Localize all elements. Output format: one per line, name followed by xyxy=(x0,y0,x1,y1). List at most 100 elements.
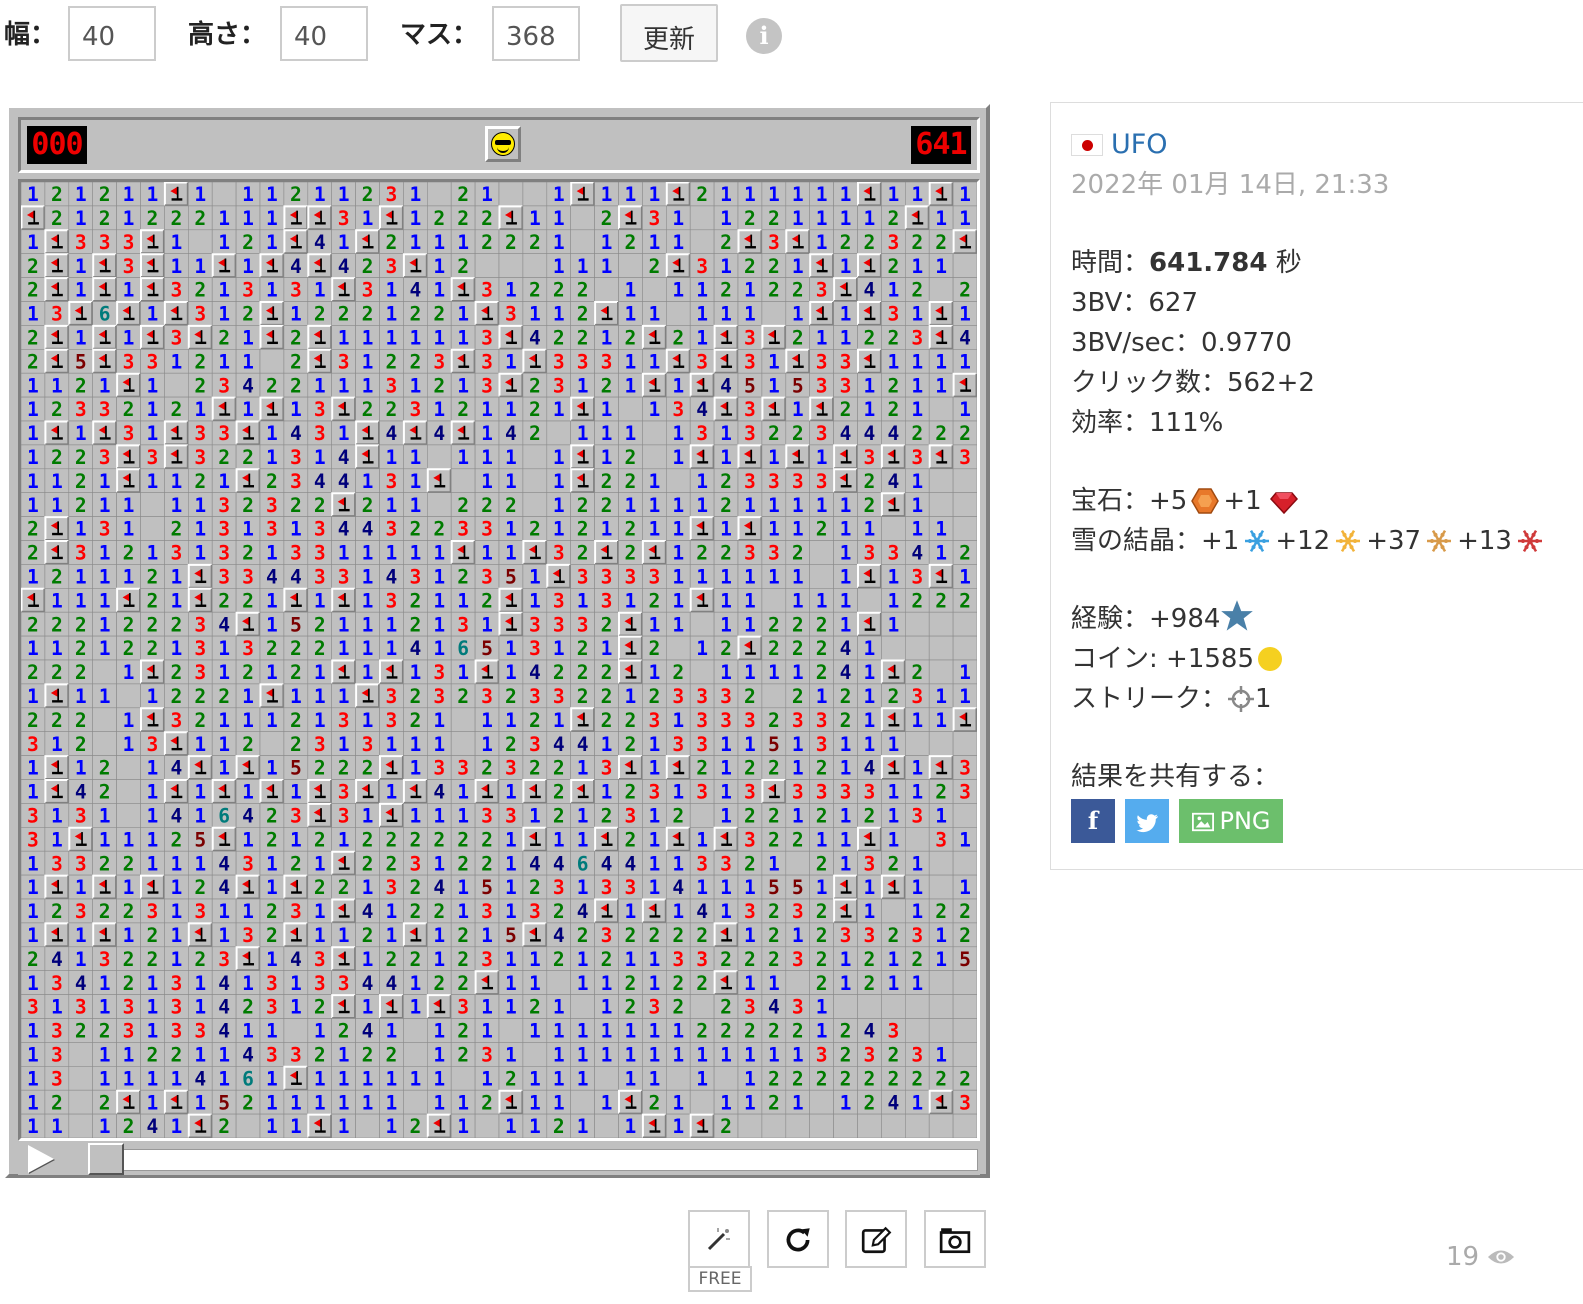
cell[interactable]: 2 xyxy=(259,898,285,924)
cell[interactable]: 2 xyxy=(761,253,787,278)
cell[interactable]: 1 xyxy=(952,874,978,900)
cell[interactable]: 1 xyxy=(474,1065,500,1091)
cell[interactable]: 1 xyxy=(211,205,237,231)
cell[interactable]: 1 xyxy=(642,492,667,517)
cell[interactable]: 1 xyxy=(904,898,930,924)
cell[interactable]: 1 xyxy=(450,659,476,685)
cell[interactable]: 1 xyxy=(618,946,643,971)
cell[interactable]: 2 xyxy=(355,181,380,207)
flagged-cell[interactable] xyxy=(665,181,691,207)
cell[interactable]: 1 xyxy=(546,205,571,231)
cell[interactable]: 1 xyxy=(331,611,356,637)
cell[interactable]: 1 xyxy=(235,325,261,350)
cell[interactable] xyxy=(140,516,165,541)
cell[interactable]: 3 xyxy=(546,587,571,613)
cell[interactable]: 1 xyxy=(307,372,332,398)
cell[interactable]: 1 xyxy=(211,1042,237,1067)
cell[interactable]: 2 xyxy=(570,635,595,661)
cell[interactable] xyxy=(594,277,619,302)
cell[interactable]: 3 xyxy=(403,396,428,422)
cell[interactable]: 1 xyxy=(761,372,787,398)
cell[interactable]: 1 xyxy=(235,181,261,207)
cell[interactable]: 1 xyxy=(785,755,810,780)
cell[interactable]: 3 xyxy=(188,420,213,446)
cell[interactable]: 1 xyxy=(498,1113,524,1139)
cell[interactable]: 2 xyxy=(259,468,285,493)
cell[interactable]: 1 xyxy=(355,325,380,350)
cell[interactable]: 1 xyxy=(570,1065,595,1091)
flagged-cell[interactable] xyxy=(928,563,954,589)
cell[interactable] xyxy=(928,611,954,637)
cell[interactable]: 1 xyxy=(689,874,715,900)
cell[interactable]: 1 xyxy=(570,803,595,828)
cell[interactable]: 2 xyxy=(881,253,906,278)
cell[interactable]: 1 xyxy=(188,396,213,422)
flagged-cell[interactable] xyxy=(522,826,548,852)
cell[interactable]: 2 xyxy=(785,1018,810,1043)
cell[interactable]: 2 xyxy=(164,396,189,422)
cell[interactable] xyxy=(116,803,141,828)
cell[interactable]: 3 xyxy=(211,946,237,971)
cell[interactable]: 1 xyxy=(355,540,380,565)
cell[interactable]: 3 xyxy=(355,277,380,302)
cell[interactable]: 1 xyxy=(307,659,332,685)
cell[interactable]: 3 xyxy=(92,396,117,422)
cell[interactable]: 1 xyxy=(546,396,571,422)
cell[interactable]: 2 xyxy=(498,229,524,254)
cell[interactable]: 1 xyxy=(570,826,595,852)
flagged-cell[interactable] xyxy=(785,444,811,470)
cell[interactable]: 3 xyxy=(904,803,930,828)
cell[interactable]: 1 xyxy=(546,468,571,493)
cell[interactable]: 3 xyxy=(140,349,165,374)
cell[interactable]: 3 xyxy=(331,707,356,732)
cell[interactable]: 3 xyxy=(881,1018,906,1043)
cell[interactable]: 1 xyxy=(450,803,476,828)
cell[interactable]: 1 xyxy=(833,850,858,876)
cell[interactable]: 2 xyxy=(379,229,404,254)
cell[interactable]: 1 xyxy=(426,922,452,948)
cell[interactable]: 3 xyxy=(881,540,906,565)
cell[interactable]: 4 xyxy=(68,970,93,995)
cell[interactable]: 3 xyxy=(522,635,548,661)
cell[interactable]: 1 xyxy=(642,850,667,876)
flagged-cell[interactable] xyxy=(116,301,141,326)
cell[interactable]: 1 xyxy=(785,516,810,541)
cell[interactable] xyxy=(68,1089,93,1115)
cell[interactable]: 1 xyxy=(904,970,930,995)
cell[interactable]: 1 xyxy=(928,540,954,565)
cell[interactable]: 3 xyxy=(164,970,189,995)
cell[interactable]: 2 xyxy=(450,922,476,948)
cell[interactable]: 1 xyxy=(474,396,500,422)
cell[interactable]: 2 xyxy=(713,492,739,517)
cell[interactable]: 1 xyxy=(618,1042,643,1067)
cell[interactable]: 2 xyxy=(307,635,332,661)
cell[interactable]: 1 xyxy=(689,301,715,326)
replay-slider[interactable] xyxy=(88,1149,978,1171)
cell[interactable]: 1 xyxy=(259,1018,285,1043)
cell[interactable]: 2 xyxy=(20,707,46,732)
cell[interactable]: 2 xyxy=(618,994,643,1019)
cell[interactable]: 2 xyxy=(379,396,404,422)
cell[interactable]: 1 xyxy=(928,803,954,828)
cell[interactable]: 1 xyxy=(904,779,930,804)
cell[interactable]: 2 xyxy=(618,229,643,254)
cell[interactable]: 1 xyxy=(116,325,141,350)
cell[interactable]: 3 xyxy=(904,1042,930,1067)
cell[interactable]: 3 xyxy=(211,540,237,565)
cell[interactable]: 2 xyxy=(235,1089,261,1115)
flagged-cell[interactable] xyxy=(450,540,476,565)
flagged-cell[interactable] xyxy=(618,659,643,685)
cell[interactable]: 1 xyxy=(20,874,46,900)
cell[interactable]: 1 xyxy=(785,922,810,948)
cell[interactable] xyxy=(665,1065,691,1091)
cell[interactable] xyxy=(665,635,691,661)
cell[interactable]: 2 xyxy=(761,635,787,661)
cell[interactable]: 3 xyxy=(952,779,978,804)
cell[interactable]: 2 xyxy=(618,731,643,756)
flagged-cell[interactable] xyxy=(928,1089,954,1115)
cell[interactable] xyxy=(570,1089,595,1115)
cell[interactable]: 3 xyxy=(283,803,309,828)
flagged-cell[interactable] xyxy=(928,444,954,470)
flagged-cell[interactable] xyxy=(187,755,213,780)
cell[interactable]: 2 xyxy=(904,277,930,302)
